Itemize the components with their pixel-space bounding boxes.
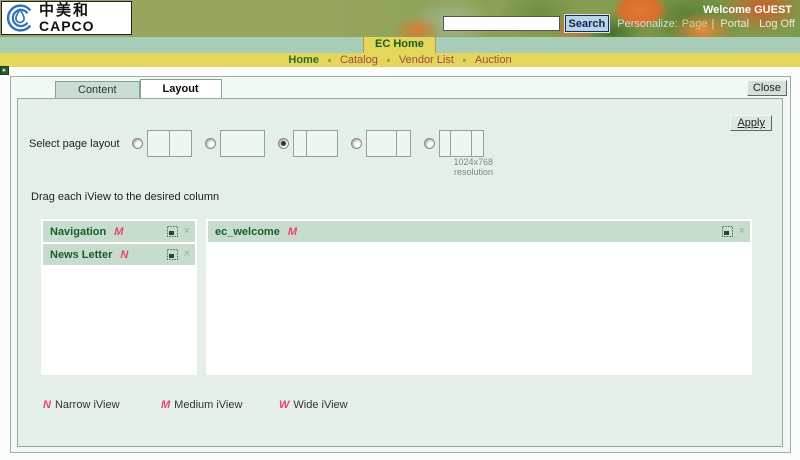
legend-letter: N <box>43 399 51 411</box>
search-button[interactable]: Search <box>565 15 610 32</box>
legend-label: Wide iView <box>293 399 347 411</box>
close-button[interactable]: Close <box>747 80 787 96</box>
legend-narrow: N Narrow iView <box>43 399 161 411</box>
layout-option-4 <box>351 130 411 157</box>
iview-size-letter: M <box>288 226 297 238</box>
layout-preview-wide-narrow[interactable] <box>366 130 411 157</box>
page-editor-panel: Content Layout Close Apply Select page l… <box>10 76 791 453</box>
top-level-tab-strip: EC Home <box>0 37 800 53</box>
layout-preview-two-equal[interactable] <box>147 130 192 157</box>
iview-size-letter: N <box>120 249 128 261</box>
navigation-bar: Home Catalog Vendor List Auction <box>0 53 800 67</box>
layout-radio-3[interactable] <box>278 138 289 149</box>
company-logo: 中美和 CAPCO <box>1 1 132 35</box>
select-layout-label: Select page layout <box>29 138 132 150</box>
nav-item-vendor-list[interactable]: Vendor List <box>399 54 454 66</box>
tab-ec-home[interactable]: EC Home <box>363 37 436 53</box>
nav-separator-icon <box>328 59 331 62</box>
nav-separator-icon <box>463 59 466 62</box>
nav-item-catalog[interactable]: Catalog <box>340 54 378 66</box>
personalize-page-link[interactable]: Page <box>682 18 708 30</box>
select-page-layout-row: Select page layout <box>29 130 497 157</box>
layout-option-1 <box>132 130 192 157</box>
personalize-divider: | <box>712 18 715 30</box>
logo-latin-text: CAPCO <box>39 19 95 34</box>
iview-ec-welcome[interactable]: ec_welcome M × <box>208 221 750 242</box>
remove-iview-icon[interactable]: × <box>739 225 745 238</box>
legend-letter: W <box>279 399 289 411</box>
tab-layout[interactable]: Layout <box>140 79 222 98</box>
layout-radio-1[interactable] <box>132 138 143 149</box>
collapse-handle-icon[interactable]: ▸ <box>0 66 9 75</box>
iview-news-letter[interactable]: News Letter N × <box>43 244 195 265</box>
logo-chinese-text: 中美和 <box>39 3 95 19</box>
remove-iview-icon[interactable]: × <box>184 248 190 261</box>
log-off-link[interactable]: Log Off <box>759 18 795 30</box>
open-in-window-icon[interactable] <box>721 225 734 238</box>
nav-item-home[interactable]: Home <box>288 54 319 66</box>
layout-preview-single[interactable] <box>220 130 265 157</box>
open-in-window-icon[interactable] <box>166 248 179 261</box>
iview-size-letter: M <box>114 226 123 238</box>
nav-separator-icon <box>387 59 390 62</box>
drag-instruction: Drag each iView to the desired column <box>31 191 219 203</box>
layout-column-right[interactable]: ec_welcome M × <box>206 219 752 375</box>
legend-medium: M Medium iView <box>161 399 279 411</box>
layout-option-3 <box>278 130 338 157</box>
iview-title: News Letter <box>50 249 112 261</box>
banner-toolbar: Search Personalize: Page | Portal Log Of… <box>443 15 795 32</box>
capco-globe-drop-icon <box>5 3 35 33</box>
search-input[interactable] <box>443 16 560 31</box>
personalize-label: Personalize: <box>617 18 678 30</box>
iview-size-legend: N Narrow iView M Medium iView W Wide iView <box>43 399 397 411</box>
layout-editor-area: Apply Select page layout <box>17 98 783 447</box>
layout-radio-4[interactable] <box>351 138 362 149</box>
nav-item-auction[interactable]: Auction <box>475 54 512 66</box>
layout-radio-5[interactable] <box>424 138 435 149</box>
apply-button[interactable]: Apply <box>730 115 772 131</box>
layout-preview-three-col[interactable] <box>439 130 484 157</box>
legend-wide: W Wide iView <box>279 399 397 411</box>
personalize-portal-link[interactable]: Portal <box>720 18 749 30</box>
remove-iview-icon[interactable]: × <box>184 225 190 238</box>
layout-column-left[interactable]: Navigation M × News Letter N <box>41 219 197 375</box>
legend-letter: M <box>161 399 170 411</box>
layout-option-2 <box>205 130 265 157</box>
legend-label: Medium iView <box>174 399 242 411</box>
tab-content[interactable]: Content <box>55 81 140 98</box>
top-banner: 中美和 CAPCO Welcome GUEST Search Personali… <box>0 0 800 37</box>
open-in-window-icon[interactable] <box>166 225 179 238</box>
editor-tab-row: Content Layout <box>55 78 222 98</box>
iview-title: ec_welcome <box>215 226 280 238</box>
iview-title: Navigation <box>50 226 106 238</box>
iview-navigation[interactable]: Navigation M × <box>43 221 195 242</box>
legend-label: Narrow iView <box>55 399 120 411</box>
resolution-note: 1024x768 resolution <box>418 157 493 177</box>
layout-radio-2[interactable] <box>205 138 216 149</box>
layout-preview-narrow-wide[interactable] <box>293 130 338 157</box>
layout-option-5 <box>424 130 484 157</box>
